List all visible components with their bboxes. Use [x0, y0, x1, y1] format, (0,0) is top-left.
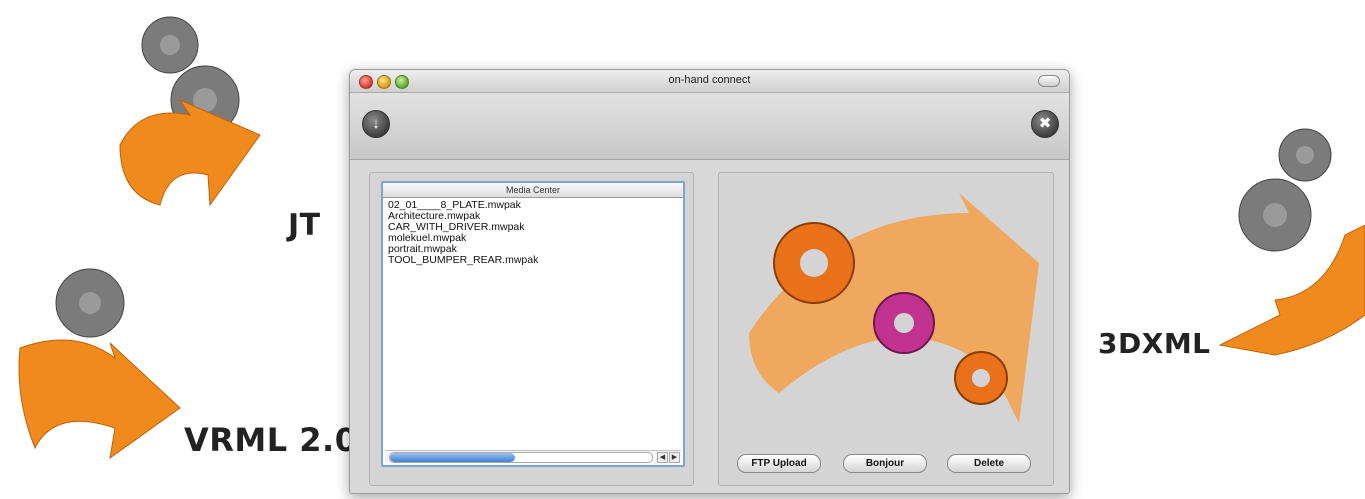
- media-center-pane: Media Center 02_01____8_PLATE.mwpak Arch…: [369, 172, 694, 486]
- scroll-thumb[interactable]: [390, 453, 515, 462]
- gear-arrow-3dxml-graphic: [1218, 128, 1365, 356]
- toolbar-toggle-button[interactable]: [1038, 75, 1060, 87]
- download-icon[interactable]: ↓: [362, 110, 390, 138]
- scroll-track[interactable]: [389, 452, 653, 463]
- gear-arrow-jt-graphic: [119, 16, 261, 207]
- format-label-3dxml: 3DXML: [1098, 327, 1211, 360]
- gears-arrow-logo: [749, 193, 1039, 423]
- toolbar: ↓ ✖: [350, 93, 1069, 160]
- ftp-upload-button[interactable]: FTP Upload: [737, 454, 821, 473]
- scroll-left-arrow-icon[interactable]: ◀: [657, 452, 668, 463]
- delete-button[interactable]: Delete: [947, 454, 1031, 473]
- media-center-header: Media Center: [383, 183, 683, 198]
- format-label-jt: JT: [288, 208, 321, 243]
- settings-icon[interactable]: ✖: [1031, 110, 1059, 138]
- list-item[interactable]: TOOL_BUMPER_REAR.mwpak: [388, 255, 683, 266]
- title-bar: on-hand connect: [350, 70, 1069, 93]
- horizontal-scrollbar[interactable]: ◀ ▶: [385, 450, 681, 463]
- action-pane: FTP Upload Bonjour Delete: [718, 172, 1054, 486]
- content-area: Media Center 02_01____8_PLATE.mwpak Arch…: [350, 160, 1069, 493]
- app-window: on-hand connect ↓ ✖ Media Center 02_01__…: [349, 69, 1070, 494]
- scroll-right-arrow-icon[interactable]: ▶: [669, 452, 680, 463]
- media-center-list[interactable]: Media Center 02_01____8_PLATE.mwpak Arch…: [381, 181, 685, 467]
- bonjour-button[interactable]: Bonjour: [843, 454, 927, 473]
- gear-arrow-vrml-graphic: [18, 268, 181, 460]
- format-label-vrml: VRML 2.0: [184, 421, 358, 459]
- window-title: on-hand connect: [668, 74, 751, 86]
